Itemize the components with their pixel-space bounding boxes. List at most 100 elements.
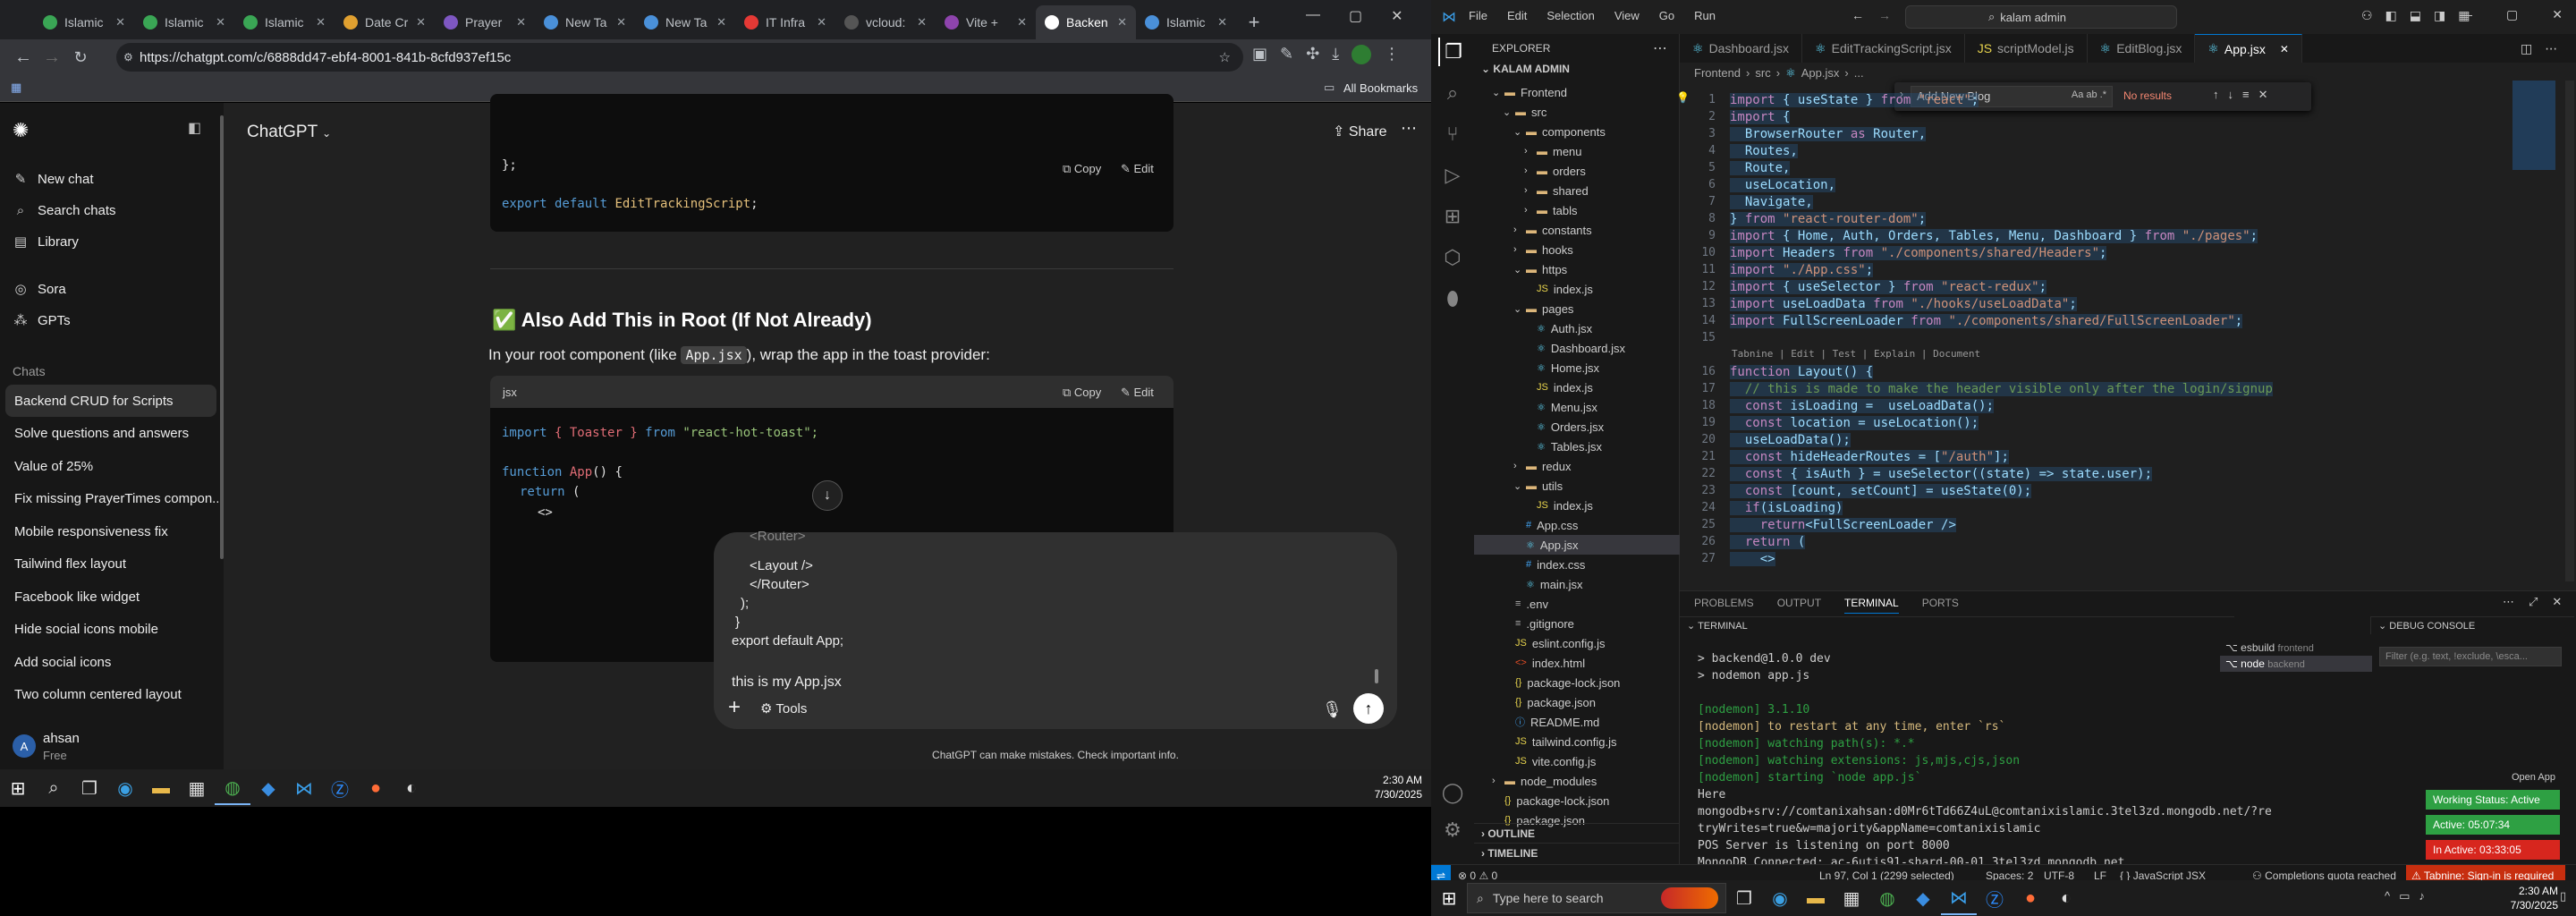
tree-file[interactable]: {} package.json (1474, 692, 1680, 712)
debug-filter-input[interactable]: Filter (e.g. text, !exclude, \esca... (2379, 647, 2562, 666)
reload-button[interactable]: ↻ (66, 43, 95, 72)
search-icon[interactable]: ⌕ (1438, 79, 1467, 107)
panel-tab[interactable]: PORTS (1922, 597, 1959, 614)
close-tab-icon[interactable]: ✕ (115, 15, 125, 30)
pen-icon[interactable]: ✎ (1280, 45, 1293, 64)
address-bar[interactable]: ⚙ https://chatgpt.com/c/6888dd47-ebf4-80… (116, 43, 1243, 72)
task-view-icon[interactable]: ❐ (1726, 881, 1762, 915)
editor-scrollbar[interactable] (2565, 81, 2574, 581)
tree-file[interactable]: JS index.js (1474, 377, 1680, 397)
extension-icon[interactable]: ▣ (1252, 45, 1267, 64)
panel-tab[interactable]: OUTPUT (1777, 597, 1821, 614)
app-icon[interactable]: ◐ (394, 771, 429, 805)
minimap[interactable] (2507, 81, 2563, 288)
chat-history-item[interactable]: Fix missing PrayerTimes compon... (0, 483, 218, 515)
chat-history-item[interactable]: Mobile responsiveness fix (0, 515, 218, 547)
forward-button[interactable]: → (38, 43, 66, 72)
search-chats-button[interactable]: ⌕ Search chats (13, 198, 116, 223)
minimap-slider[interactable] (2512, 81, 2555, 170)
search-icon[interactable]: ⌕ (36, 771, 72, 805)
tree-file[interactable]: ≡ .gitignore (1474, 614, 1680, 633)
tree-file[interactable]: ⚛ Tables.jsx (1474, 437, 1680, 456)
gpts-button[interactable]: ⁂ GPTs (13, 308, 71, 333)
toggle-sidebar-icon[interactable]: ◧ (188, 119, 201, 137)
tree-folder[interactable]: › ▬ redux (1474, 456, 1680, 476)
postman-icon[interactable]: ● (358, 771, 394, 805)
close-tab-icon[interactable]: ✕ (716, 15, 726, 30)
toggle-panel-icon[interactable]: ⬓ (2410, 8, 2421, 23)
accounts-icon[interactable]: ◯ (1438, 778, 1467, 807)
close-icon[interactable]: ✕ (1391, 7, 1402, 25)
vpn-icon[interactable]: ◆ (250, 771, 286, 805)
menu-item[interactable]: Edit (1507, 9, 1527, 22)
mongodb-icon[interactable]: ⬮ (1438, 284, 1467, 313)
vscode-icon[interactable]: ⋈ (1941, 881, 1977, 915)
browser-tab[interactable]: Vite + ✕ (936, 5, 1036, 39)
file-explorer-icon[interactable]: ▬ (143, 771, 179, 805)
close-tab-icon[interactable]: ✕ (2280, 43, 2289, 55)
copy-button[interactable]: ⧉ Copy (1063, 386, 1101, 400)
copy-button[interactable]: ⧉ Copy (1063, 162, 1101, 176)
terminal-item[interactable]: ⌥ esbuild frontend (2220, 640, 2372, 656)
tree-folder[interactable]: ⌄ ▬ Frontend (1474, 82, 1680, 102)
vpn-icon[interactable]: ◆ (1905, 881, 1941, 915)
zoom-icon[interactable]: Ⓩ (1977, 881, 2012, 915)
command-center-search[interactable]: ⌕ kalam admin (1905, 5, 2177, 29)
tree-folder[interactable]: ⌄ ▬ components (1474, 122, 1680, 141)
edge-icon[interactable]: ◉ (1762, 881, 1798, 915)
network-icon[interactable]: ▭ (2399, 889, 2410, 903)
menu-item[interactable]: Run (1694, 9, 1716, 22)
outline-section[interactable]: › OUTLINE (1474, 823, 1680, 843)
tree-folder[interactable]: ⌄ ▬ utils (1474, 476, 1680, 496)
extensions-icon[interactable]: ⊞ (1438, 202, 1467, 231)
close-icon[interactable]: ✕ (2552, 7, 2563, 22)
panel-tab[interactable]: PROBLEMS (1694, 597, 1754, 614)
model-selector[interactable]: ChatGPT ⌄ (247, 123, 331, 142)
close-tab-icon[interactable]: ✕ (416, 15, 426, 30)
new-tab-button[interactable]: + (1236, 5, 1272, 39)
close-tab-icon[interactable]: ✕ (817, 15, 826, 30)
volume-icon[interactable]: ♪ (2419, 889, 2425, 903)
task-view-icon[interactable]: ❐ (72, 771, 107, 805)
browser-tab[interactable]: vcloud: ✕ (835, 5, 936, 39)
send-button[interactable]: ↑ (1353, 693, 1384, 724)
tree-file[interactable]: JS index.js (1474, 279, 1680, 299)
scroll-down-button[interactable]: ↓ (812, 480, 843, 511)
tree-file[interactable]: ⚛ main.jsx (1474, 574, 1680, 594)
close-tab-icon[interactable]: ✕ (1217, 15, 1227, 30)
manage-gear-icon[interactable]: ⚙ (1438, 816, 1467, 844)
windows-start-icon[interactable]: ⊞ (1431, 881, 1467, 915)
apps-grid-icon[interactable]: ▦ (11, 81, 21, 95)
close-panel-icon[interactable]: ✕ (2552, 595, 2562, 609)
find-nav[interactable]: ↑↓≡✕ (2213, 88, 2276, 102)
chat-history-item[interactable]: Facebook like widget (0, 581, 218, 613)
chat-history-item[interactable]: Value of 25% (0, 450, 218, 482)
toggle-secondary-icon[interactable]: ◨ (2434, 8, 2445, 23)
close-tab-icon[interactable]: ✕ (316, 15, 326, 30)
minimize-icon[interactable]: — (2460, 7, 2472, 22)
code-lens[interactable]: Tabnine | Edit | Test | Explain | Docume… (1732, 348, 1980, 360)
download-icon[interactable]: ⤓ (1332, 45, 1339, 64)
tree-folder[interactable]: ⌄ ▬ pages (1474, 299, 1680, 318)
tree-file[interactable]: JS eslint.config.js (1474, 633, 1680, 653)
chat-history-item[interactable]: Solve questions and answers (0, 418, 218, 450)
back-button[interactable]: ← (9, 43, 38, 72)
tree-file[interactable]: ⚛ Dashboard.jsx (1474, 338, 1680, 358)
menu-item[interactable]: View (1614, 9, 1640, 22)
terminal-header[interactable]: ⌄ TERMINAL (1680, 616, 2234, 634)
composer-scrollbar[interactable] (1375, 669, 1378, 683)
browser-tab[interactable]: Islamic ✕ (34, 5, 134, 39)
menu-item[interactable]: Go (1659, 9, 1674, 22)
terminal-item[interactable]: ⌥ node backend (2220, 656, 2372, 672)
puzzle-icon[interactable]: ✣ (1306, 45, 1319, 64)
more-actions-icon[interactable]: ⋯ (2503, 595, 2514, 609)
browser-tab[interactable]: Islamic ✕ (134, 5, 234, 39)
tree-file[interactable]: JS vite.config.js (1474, 751, 1680, 771)
match-options[interactable]: Aa ab .* (2072, 89, 2106, 100)
run-debug-icon[interactable]: ▷ (1438, 161, 1467, 190)
nav-back-icon[interactable]: ← (1852, 8, 1864, 22)
site-info-icon[interactable]: ⚙ (123, 51, 133, 64)
workspace-root[interactable]: ⌄ KALAM ADMIN (1481, 63, 1570, 75)
split-editor-icon[interactable]: ◫ (2521, 41, 2532, 56)
chat-history-item[interactable]: Backend CRUD for Scripts (5, 385, 216, 417)
